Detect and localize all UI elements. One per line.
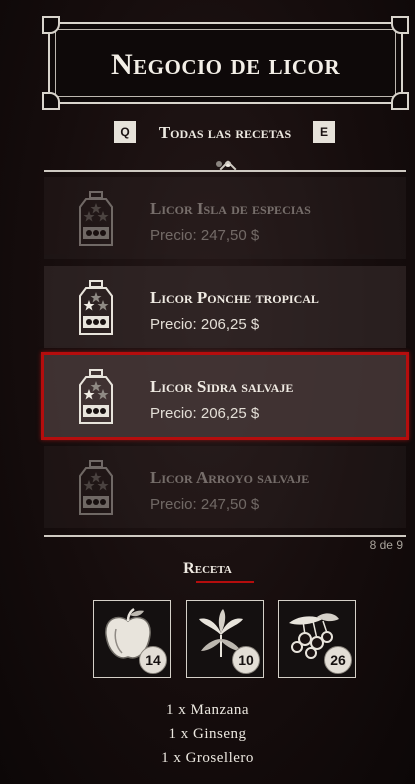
recipe-item-selected[interactable]: Licor Sidra salvaje Precio: 206,25 $ — [41, 352, 409, 440]
liquor-bottle-icon — [79, 369, 113, 424]
recipe-item[interactable]: Licor Arroyo salvaje Precio: 247,50 $ — [44, 446, 406, 528]
recipe-name: Licor Arroyo salvaje — [150, 468, 310, 487]
list-bottom-divider — [44, 535, 406, 537]
ingredient-owned-count: 14 — [139, 646, 167, 674]
category-label: Todas las recetas — [158, 123, 292, 142]
page-title: Negocio de licor — [110, 48, 341, 81]
category-selector: Q Todas las recetas E — [0, 120, 415, 144]
recipe-name: Licor Isla de especias — [150, 199, 311, 218]
recipe-name: Licor Ponche tropical — [150, 288, 319, 307]
ingredient-card-currant[interactable]: 26 — [278, 600, 356, 678]
ingredient-owned-count: 10 — [232, 646, 260, 674]
recipe-price: Precio: 247,50 $ — [150, 227, 260, 244]
ingredient-card-ginseng[interactable]: 10 — [186, 600, 264, 678]
recipe-name: Licor Sidra salvaje — [150, 377, 294, 396]
plate-corner-ornament — [391, 92, 409, 110]
recipe-item[interactable]: Licor Ponche tropical Precio: 206,25 $ — [44, 266, 406, 348]
recipe-price: Precio: 206,25 $ — [150, 316, 260, 333]
plate-corner-ornament — [42, 92, 60, 110]
prev-category-key[interactable]: Q — [114, 121, 136, 143]
ingredient-line: 1 x Manzana — [166, 702, 249, 718]
ingredient-line: 1 x Ginseng — [168, 726, 247, 742]
liquor-bottle-icon — [79, 191, 113, 246]
list-position-counter: 8 de 9 — [369, 538, 403, 552]
recipe-price: Precio: 206,25 $ — [150, 405, 260, 422]
recipe-price: Precio: 247,50 $ — [150, 496, 260, 513]
ingredient-line: 1 x Grosellero — [161, 750, 254, 766]
ingredient-list: 1 x Manzana 1 x Ginseng 1 x Grosellero — [0, 698, 415, 770]
shop-title-plate: Negocio de licor — [42, 16, 409, 110]
ingredient-owned-count: 26 — [324, 646, 352, 674]
recipe-heading: Receta — [183, 560, 232, 577]
plate-corner-ornament — [391, 16, 409, 34]
recipe-item[interactable]: Licor Isla de especias Precio: 247,50 $ — [44, 177, 406, 259]
recipe-heading-underline — [196, 581, 254, 583]
ingredient-card-apple[interactable]: 14 — [93, 600, 171, 678]
next-category-key[interactable]: E — [313, 121, 335, 143]
liquor-bottle-icon — [79, 460, 113, 515]
liquor-bottle-icon — [79, 280, 113, 335]
